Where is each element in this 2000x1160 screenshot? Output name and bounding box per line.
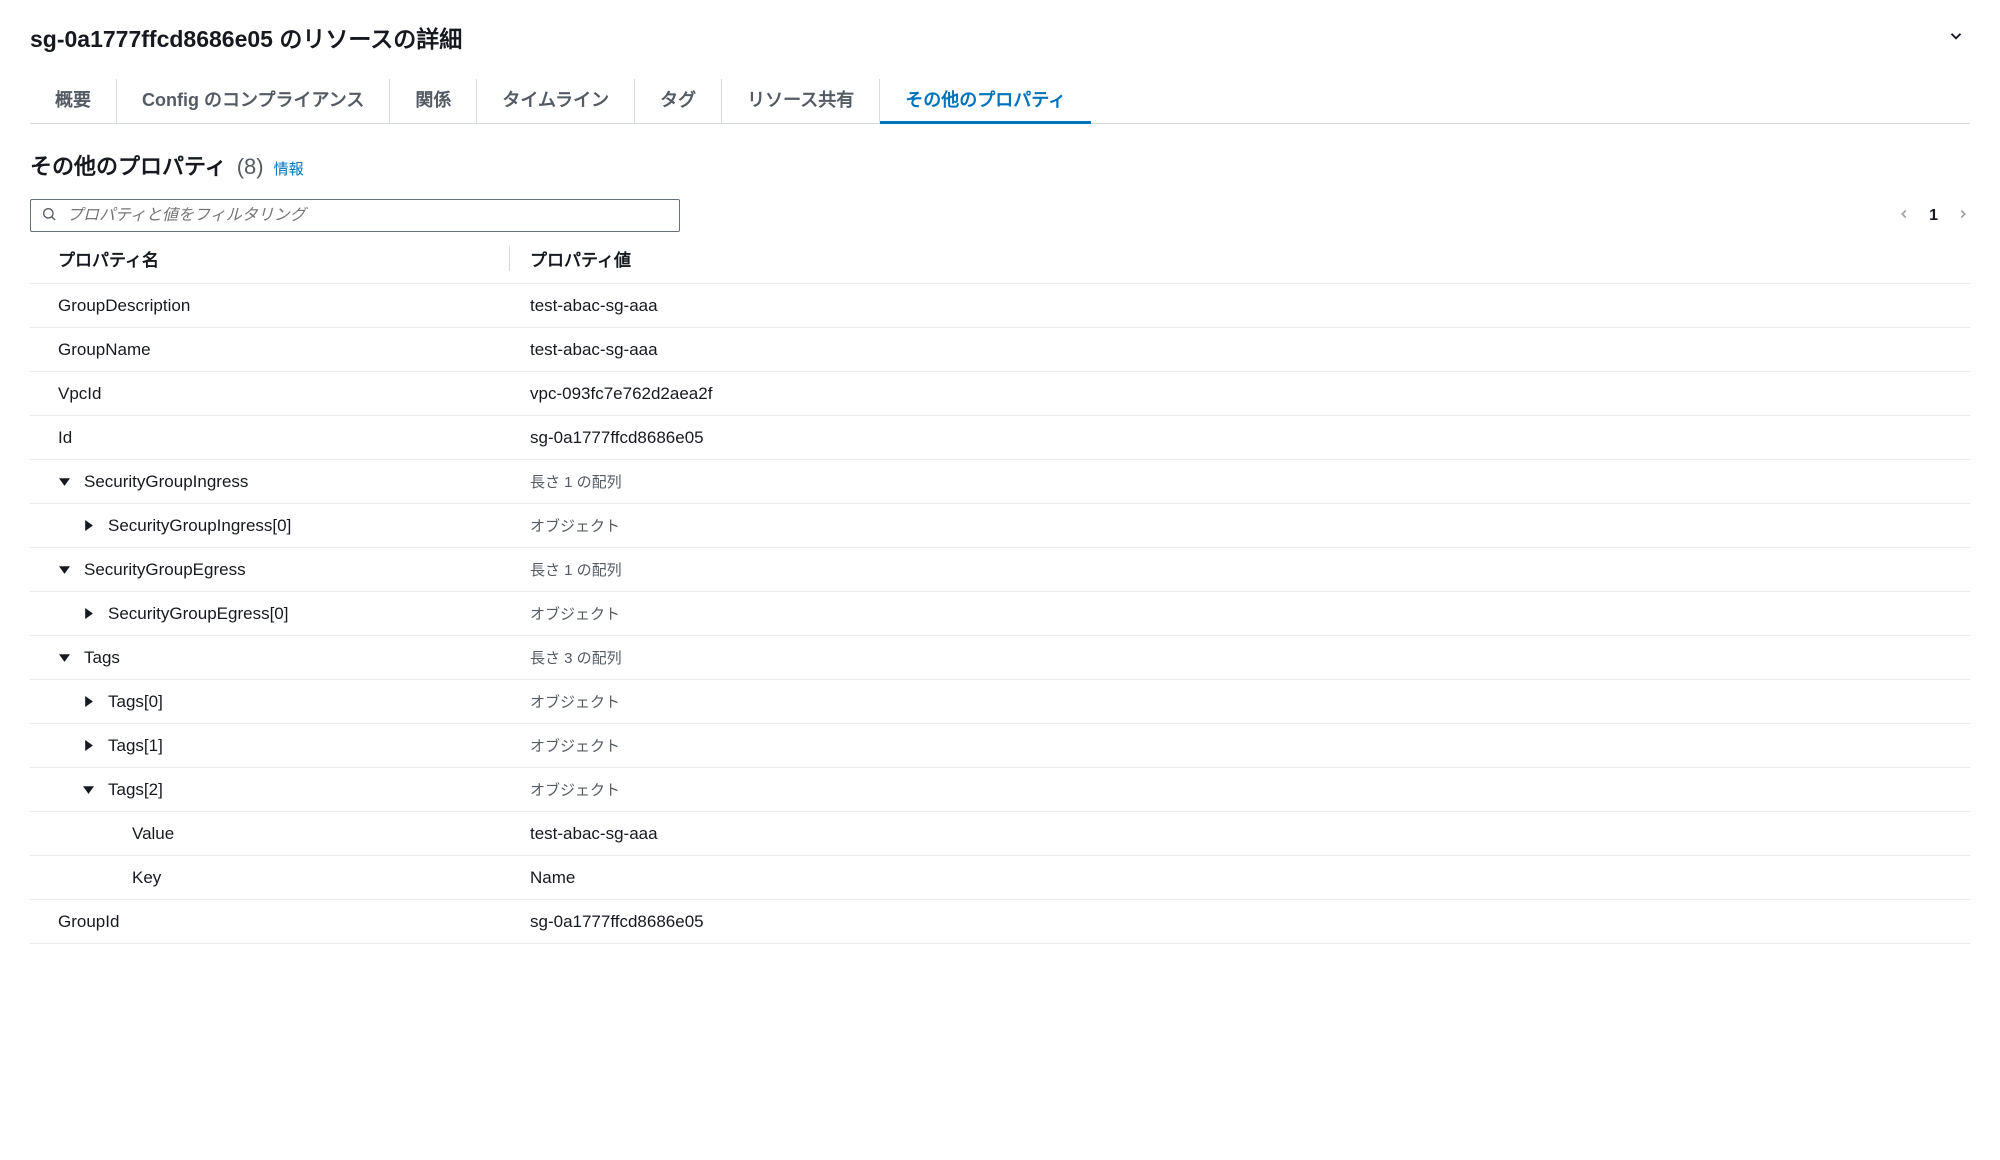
table-row: SecurityGroupEgress[0] オブジェクト <box>30 592 1970 636</box>
table-row: Tags[1] オブジェクト <box>30 724 1970 768</box>
property-value: オブジェクト <box>510 691 1970 712</box>
tabs: 概要Config のコンプライアンス関係タイムラインタグリソース共有その他のプロ… <box>30 79 1970 124</box>
property-name: Value <box>132 824 174 844</box>
property-name-cell: Tags[1] <box>30 736 510 756</box>
table-row: SecurityGroupIngress[0] オブジェクト <box>30 504 1970 548</box>
property-name-cell: Tags[2] <box>30 780 510 800</box>
caret-down-icon[interactable] <box>58 476 70 488</box>
table-row: VpcId vpc-093fc7e762d2aea2f <box>30 372 1970 416</box>
tab-6[interactable]: その他のプロパティ <box>880 79 1091 124</box>
table-row: Value test-abac-sg-aaa <box>30 812 1970 856</box>
page-number: 1 <box>1929 207 1938 225</box>
property-name: Key <box>132 868 161 888</box>
caret-down-icon[interactable] <box>58 564 70 576</box>
property-name: Tags[1] <box>108 736 163 756</box>
table-header: プロパティ名 プロパティ値 <box>30 234 1970 284</box>
property-name-cell: SecurityGroupIngress <box>30 472 510 492</box>
table-row: Key Name <box>30 856 1970 900</box>
property-name: SecurityGroupIngress[0] <box>108 516 291 536</box>
tab-1[interactable]: Config のコンプライアンス <box>117 79 390 123</box>
prev-page-button[interactable] <box>1897 207 1911 224</box>
property-value: sg-0a1777ffcd8686e05 <box>510 428 1970 448</box>
property-name: GroupId <box>58 912 119 932</box>
property-name-cell: Tags <box>30 648 510 668</box>
tab-4[interactable]: タグ <box>635 79 722 123</box>
property-value: オブジェクト <box>510 603 1970 624</box>
property-value: sg-0a1777ffcd8686e05 <box>510 912 1970 932</box>
pagination: 1 <box>1897 207 1970 225</box>
table-row: GroupId sg-0a1777ffcd8686e05 <box>30 900 1970 944</box>
property-name: Tags[2] <box>108 780 163 800</box>
section-title: その他のプロパティ <box>30 149 227 181</box>
property-value: 長さ 1 の配列 <box>510 559 1970 580</box>
property-name-cell: SecurityGroupIngress[0] <box>30 516 510 536</box>
property-value: 長さ 1 の配列 <box>510 471 1970 492</box>
section-count: (8) <box>237 154 264 180</box>
column-header-name[interactable]: プロパティ名 <box>30 246 510 271</box>
table-row: GroupDescription test-abac-sg-aaa <box>30 284 1970 328</box>
tab-0[interactable]: 概要 <box>30 79 117 123</box>
caret-right-icon[interactable] <box>82 608 94 620</box>
property-value: test-abac-sg-aaa <box>510 824 1970 844</box>
property-name: GroupName <box>58 340 151 360</box>
property-name-cell: SecurityGroupEgress[0] <box>30 604 510 624</box>
property-name-cell: VpcId <box>30 384 510 404</box>
property-name-cell: GroupDescription <box>30 296 510 316</box>
collapse-panel-icon[interactable] <box>1942 22 1970 53</box>
property-name: Tags[0] <box>108 692 163 712</box>
info-link[interactable]: 情報 <box>274 158 304 179</box>
property-value: オブジェクト <box>510 779 1970 800</box>
column-resize-handle[interactable] <box>509 246 510 271</box>
search-input[interactable] <box>67 207 669 225</box>
property-name: Id <box>58 428 72 448</box>
properties-table: プロパティ名 プロパティ値 GroupDescription test-abac-… <box>30 234 1970 944</box>
caret-down-icon[interactable] <box>82 784 94 796</box>
property-name: SecurityGroupEgress[0] <box>108 604 288 624</box>
table-row: GroupName test-abac-sg-aaa <box>30 328 1970 372</box>
table-row: Tags 長さ 3 の配列 <box>30 636 1970 680</box>
caret-right-icon[interactable] <box>82 740 94 752</box>
property-value: 長さ 3 の配列 <box>510 647 1970 668</box>
property-name-cell: Tags[0] <box>30 692 510 712</box>
caret-right-icon[interactable] <box>82 696 94 708</box>
property-name: SecurityGroupEgress <box>84 560 246 580</box>
property-name: Tags <box>84 648 120 668</box>
table-row: Id sg-0a1777ffcd8686e05 <box>30 416 1970 460</box>
property-value: オブジェクト <box>510 735 1970 756</box>
column-header-value[interactable]: プロパティ値 <box>510 246 1970 271</box>
property-name-cell: Value <box>30 824 510 844</box>
table-row: SecurityGroupIngress 長さ 1 の配列 <box>30 460 1970 504</box>
property-name-cell: GroupName <box>30 340 510 360</box>
search-icon <box>41 206 57 225</box>
property-value: test-abac-sg-aaa <box>510 340 1970 360</box>
property-name: GroupDescription <box>58 296 190 316</box>
tab-3[interactable]: タイムライン <box>477 79 635 123</box>
tab-5[interactable]: リソース共有 <box>722 79 880 123</box>
caret-down-icon[interactable] <box>58 652 70 664</box>
property-value: vpc-093fc7e762d2aea2f <box>510 384 1970 404</box>
property-name: SecurityGroupIngress <box>84 472 248 492</box>
caret-right-icon[interactable] <box>82 520 94 532</box>
table-row: Tags[2] オブジェクト <box>30 768 1970 812</box>
property-value: Name <box>510 868 1970 888</box>
property-value: test-abac-sg-aaa <box>510 296 1970 316</box>
property-name-cell: Key <box>30 868 510 888</box>
property-name-cell: GroupId <box>30 912 510 932</box>
property-name-cell: SecurityGroupEgress <box>30 560 510 580</box>
search-box[interactable] <box>30 199 680 232</box>
property-value: オブジェクト <box>510 515 1970 536</box>
property-name: VpcId <box>58 384 101 404</box>
table-row: SecurityGroupEgress 長さ 1 の配列 <box>30 548 1970 592</box>
next-page-button[interactable] <box>1956 207 1970 224</box>
page-title: sg-0a1777ffcd8686e05 のリソースの詳細 <box>30 20 462 54</box>
tab-2[interactable]: 関係 <box>390 79 477 123</box>
table-row: Tags[0] オブジェクト <box>30 680 1970 724</box>
property-name-cell: Id <box>30 428 510 448</box>
